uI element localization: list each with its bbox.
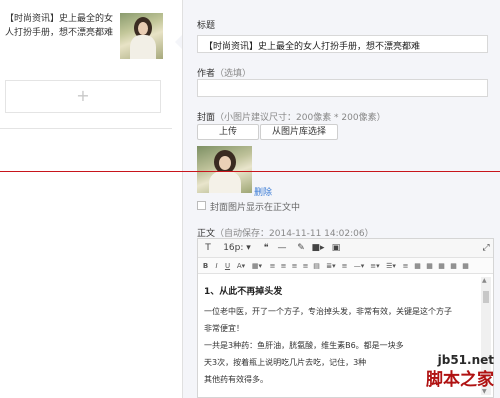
unordered-list-icon[interactable]: ☰▾ — [384, 260, 398, 273]
fullscreen-icon[interactable]: ⤢ — [480, 242, 492, 255]
scroll-up-arrow-icon[interactable]: ▲ — [482, 277, 487, 284]
content-paragraph: 非常便宜！ — [204, 324, 244, 333]
watermark-name: 脚本之家 — [426, 370, 494, 390]
upload-button[interactable]: 上传 — [197, 124, 259, 140]
delete-column-icon[interactable]: ▦ — [449, 260, 458, 273]
spacing-icon[interactable]: —▾ — [352, 260, 366, 273]
italic-icon[interactable]: I — [212, 260, 221, 273]
delete-row-icon[interactable]: ▦ — [437, 260, 446, 273]
article-edit-panel: 标题 【时尚资讯】史上最全的女人打扮手册，想不漂亮都难 作者（选填） 封面（小图… — [182, 0, 500, 398]
content-heading: 1、从此不再掉头发 — [204, 287, 283, 297]
show-cover-checkbox[interactable] — [197, 201, 206, 210]
select-from-library-button[interactable]: 从图片库选择 — [260, 124, 338, 140]
table-icon[interactable]: ≡ — [401, 260, 410, 273]
insert-column-icon[interactable]: ▦ — [425, 260, 434, 273]
align-right-icon[interactable]: ≡ — [290, 260, 299, 273]
title-label: 标题 — [197, 21, 216, 31]
quote-icon[interactable]: ❝ — [260, 242, 272, 255]
article-list-panel: 【时尚资讯】史上最全的女人打扮手册，想不漂亮都难 + — [0, 0, 172, 398]
add-article-button[interactable]: + — [5, 80, 161, 113]
author-label: 作者（选填） — [197, 66, 251, 79]
image-icon[interactable]: ▣ — [330, 242, 342, 255]
watermark: jb51.net 脚本之家 — [426, 353, 494, 390]
line-height-icon[interactable]: ≣▾ — [324, 260, 338, 273]
article-card-title: 【时尚资讯】史上最全的女人打扮手册，想不漂亮都难 — [5, 14, 114, 38]
divider — [0, 128, 172, 129]
article-card[interactable]: 【时尚资讯】史上最全的女人打扮手册，想不漂亮都难 — [5, 8, 165, 66]
merge-cells-icon[interactable]: ▦ — [461, 260, 470, 273]
editor-toolbar-primary: T 16p: ▾ ❝ — ✎ ■▸ ▣ ⤢ — [198, 239, 493, 258]
cover-label: 封面（小图片建议尺寸：200像素 * 200像素） — [197, 110, 386, 123]
author-hint: （选填） — [215, 69, 252, 79]
horizontal-rule-icon[interactable]: — — [276, 242, 288, 255]
content-paragraph: 一位老中医，开了一个方子，专治掉头发，非常有效，关键是这个方子 — [204, 307, 452, 316]
indent-icon[interactable]: ▤ — [312, 260, 321, 273]
title-input[interactable]: 【时尚资讯】史上最全的女人打扮手册，想不漂亮都难 — [197, 35, 488, 53]
format-button[interactable]: T — [202, 242, 214, 255]
page: 【时尚资讯】史上最全的女人打扮手册，想不漂亮都难 + 标题 【时尚资讯】史上最全… — [0, 0, 500, 398]
underline-icon[interactable]: U — [223, 260, 232, 273]
cover-label-text: 封面 — [197, 113, 216, 123]
author-input[interactable] — [197, 79, 488, 97]
cover-hint: （小图片建议尺寸：200像素 * 200像素） — [215, 113, 386, 123]
align-left-icon[interactable]: ≡ — [268, 260, 277, 273]
cover-image — [197, 146, 252, 193]
background-color-icon[interactable]: ▦▾ — [250, 260, 264, 273]
content-paragraph: 一共是3种药：鱼肝油，胱氨酸，维生素B6。都是一块多 — [204, 341, 404, 350]
align-center-icon[interactable]: ≡ — [279, 260, 288, 273]
show-cover-label: 封面图片显示在正文中 — [210, 203, 301, 213]
align-justify-icon[interactable]: ≡ — [301, 260, 310, 273]
article-thumbnail — [120, 13, 163, 59]
delete-cover-link[interactable]: 删除 — [254, 185, 272, 198]
title-input-value: 【时尚资讯】史上最全的女人打扮手册，想不漂亮都难 — [204, 42, 421, 52]
editor-toolbar-secondary: B I U A▾ ▦▾ ≡ ≡ ≡ ≡ ▤ ≣▾ ≡ —▾ ≡▾ ☰▾ ≡ ▦ … — [198, 258, 493, 274]
font-size-select[interactable]: 16p: ▾ — [222, 242, 252, 255]
brush-icon[interactable]: ✎ — [295, 242, 307, 255]
list-icon[interactable]: ≡ — [340, 260, 349, 273]
text-color-icon[interactable]: A▾ — [234, 260, 248, 273]
plus-icon: + — [76, 86, 90, 105]
insert-row-icon[interactable]: ▦ — [413, 260, 422, 273]
bold-icon[interactable]: B — [201, 260, 210, 273]
ordered-list-icon[interactable]: ≡▾ — [368, 260, 382, 273]
guide-line — [0, 171, 500, 172]
video-icon[interactable]: ■▸ — [310, 242, 326, 255]
scrollbar-thumb[interactable] — [483, 291, 489, 303]
author-label-text: 作者 — [197, 69, 216, 79]
